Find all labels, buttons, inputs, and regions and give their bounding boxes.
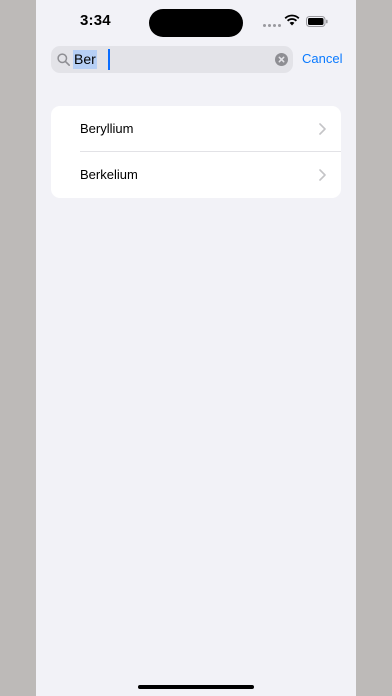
phone-screen: 3:34 Ber Cancel Beryllium Berkelium: [36, 0, 356, 696]
chevron-right-icon: [319, 123, 326, 135]
text-cursor: [108, 49, 110, 70]
cellular-dots-icon: [263, 24, 281, 27]
search-results-list: Beryllium Berkelium: [51, 106, 341, 198]
chevron-right-icon: [319, 169, 326, 181]
list-item[interactable]: Beryllium: [51, 106, 341, 152]
list-item-label: Beryllium: [80, 121, 134, 136]
magnifying-glass-icon: [57, 53, 70, 66]
cancel-button[interactable]: Cancel: [302, 51, 342, 66]
search-query-text[interactable]: Ber: [73, 50, 97, 69]
search-input[interactable]: Ber: [51, 46, 293, 73]
list-item[interactable]: Berkelium: [51, 152, 341, 198]
status-time: 3:34: [80, 12, 111, 29]
battery-icon: [306, 16, 328, 27]
list-item-label: Berkelium: [80, 167, 138, 182]
wifi-icon: [284, 14, 300, 26]
clear-x-circle-icon[interactable]: [275, 53, 288, 66]
home-indicator[interactable]: [138, 685, 254, 689]
dynamic-island: [149, 9, 243, 37]
